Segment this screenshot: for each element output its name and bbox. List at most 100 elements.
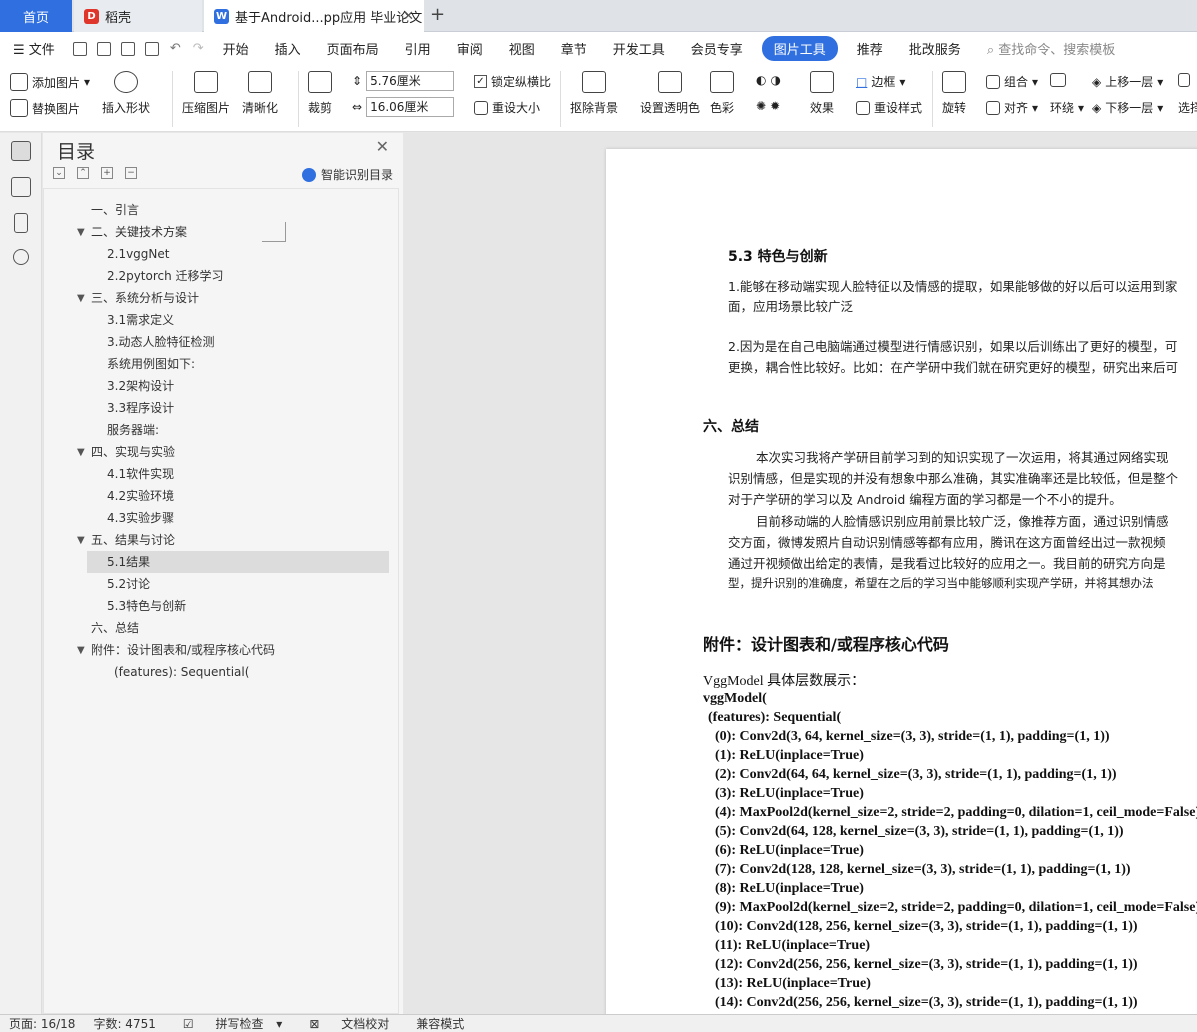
menu-insert[interactable]: 插入 bbox=[262, 39, 314, 58]
menu-grading[interactable]: 批改服务 bbox=[896, 39, 974, 58]
wrap-button[interactable]: 环绕 ▾ bbox=[1050, 99, 1084, 116]
toc-caret-icon[interactable]: ▼ bbox=[77, 447, 85, 458]
rotate-button[interactable]: 旋转 bbox=[942, 71, 966, 116]
tab-home[interactable]: 首页 bbox=[0, 0, 72, 32]
menu-recommend[interactable]: 推荐 bbox=[844, 39, 896, 58]
file-menu[interactable]: ☰ 文件 bbox=[0, 39, 68, 58]
command-search[interactable]: ⌕ 查找命令、搜索模板 bbox=[974, 39, 1128, 58]
preview-icon[interactable] bbox=[144, 41, 159, 56]
tab-document[interactable]: W 基于Android...pp应用 毕业论文 ✕ bbox=[204, 0, 424, 32]
bookmark-icon[interactable] bbox=[14, 213, 28, 233]
toc-item[interactable]: 2.2pytorch 迁移学习 bbox=[107, 265, 224, 287]
toc-item[interactable]: 二、关键技术方案 bbox=[91, 221, 187, 243]
compress-image-button[interactable]: 压缩图片 bbox=[182, 71, 230, 116]
replace-image-button[interactable]: 替换图片 bbox=[10, 99, 80, 117]
toc-caret-icon[interactable]: ▼ bbox=[77, 535, 85, 546]
spell-check-button[interactable]: ☑ 拼写检查 ▾ bbox=[165, 1015, 291, 1032]
menu-layout[interactable]: 页面布局 bbox=[314, 39, 392, 58]
toc-item[interactable]: 三、系统分析与设计 bbox=[91, 287, 199, 309]
border-button[interactable]: □ 边框 ▾ bbox=[856, 73, 905, 90]
toc-item[interactable]: 一、引言 bbox=[91, 199, 139, 221]
height-input[interactable]: 5.76厘米 bbox=[366, 71, 455, 91]
menu-reference[interactable]: 引用 bbox=[392, 39, 444, 58]
bring-forward-button[interactable]: ◈ 上移一层 ▾ bbox=[1092, 73, 1163, 90]
toc-item[interactable]: 4.3实验步骤 bbox=[107, 507, 174, 529]
print-icon[interactable] bbox=[120, 41, 135, 56]
page-indicator[interactable]: 页面: 16/18 bbox=[0, 1015, 84, 1032]
wrap-text-icon-area[interactable] bbox=[1050, 73, 1066, 87]
toc-caret-icon[interactable]: ▼ bbox=[77, 293, 85, 304]
lock-ratio-checkbox[interactable]: ✓ 锁定纵横比 bbox=[474, 73, 551, 90]
toc-item[interactable]: 附件：设计图表和/或程序核心代码 bbox=[91, 639, 275, 661]
toc-item[interactable]: (features): Sequential( bbox=[114, 661, 249, 683]
add-heading-icon[interactable]: + bbox=[101, 167, 113, 179]
send-backward-button[interactable]: ◈ 下移一层 ▾ bbox=[1092, 99, 1163, 116]
menu-picture-tools[interactable]: 图片工具 bbox=[761, 36, 838, 61]
toc-item[interactable]: 3.1需求定义 bbox=[107, 309, 174, 331]
doc-proof-button[interactable]: ⊠ 文档校对 bbox=[291, 1015, 407, 1032]
menu-member[interactable]: 会员专享 bbox=[678, 39, 756, 58]
reset-style-button[interactable]: 重设样式 bbox=[856, 99, 922, 116]
toc-item[interactable]: 3.2架构设计 bbox=[107, 375, 174, 397]
toc-item-selected[interactable]: 5.1结果 bbox=[87, 551, 389, 573]
menu-view[interactable]: 视图 bbox=[496, 39, 548, 58]
resize-button[interactable]: 重设大小 bbox=[474, 99, 540, 116]
width-input[interactable]: 16.06厘米 bbox=[366, 97, 455, 117]
toc-item[interactable]: 服务器端: bbox=[107, 419, 159, 441]
expand-all-icon[interactable]: ⌄ bbox=[53, 167, 65, 179]
effect-icon bbox=[810, 71, 834, 93]
chapter-nav-icon[interactable] bbox=[11, 177, 31, 197]
collapse-all-icon[interactable]: ⌃ bbox=[77, 167, 89, 179]
effect-button[interactable]: 效果 bbox=[810, 71, 834, 116]
menu-chapter[interactable]: 章节 bbox=[548, 39, 600, 58]
add-image-icon bbox=[10, 73, 28, 91]
export-icon[interactable] bbox=[96, 41, 111, 56]
menu-devtools[interactable]: 开发工具 bbox=[600, 39, 678, 58]
toc-item[interactable]: 系统用例图如下: bbox=[107, 353, 195, 375]
select-button[interactable]: 选择 bbox=[1178, 99, 1197, 116]
search-pane-icon[interactable] bbox=[13, 249, 29, 265]
set-transparent-button[interactable]: 设置透明色 bbox=[640, 71, 700, 116]
undo-icon[interactable]: ↶ bbox=[164, 41, 187, 56]
toc-item[interactable]: 五、结果与讨论 bbox=[91, 529, 175, 551]
toc-item[interactable]: 四、实现与实验 bbox=[91, 441, 175, 463]
toc-item[interactable]: 六、总结 bbox=[91, 617, 139, 639]
word-count[interactable]: 字数: 4751 bbox=[84, 1015, 164, 1032]
insert-shape-button[interactable]: 插入形状 bbox=[102, 71, 150, 116]
toc-item[interactable]: 5.2讨论 bbox=[107, 573, 150, 595]
menu-review[interactable]: 审阅 bbox=[444, 39, 496, 58]
toc-pane-icon[interactable] bbox=[11, 141, 31, 161]
combine-button[interactable]: 组合 ▾ bbox=[986, 73, 1038, 90]
smart-toc-button[interactable]: 智能识别目录 bbox=[301, 166, 393, 183]
select-pane-icon[interactable] bbox=[1178, 73, 1190, 87]
redo-icon[interactable]: ↷ bbox=[187, 41, 210, 56]
toc-close-icon[interactable]: ✕ bbox=[376, 137, 389, 156]
sharpen-button[interactable]: 清晰化 bbox=[242, 71, 278, 116]
toc-caret-icon[interactable]: ▼ bbox=[77, 227, 85, 238]
add-image-button[interactable]: 添加图片 ▾ bbox=[10, 73, 90, 91]
brightness-controls[interactable]: ◐ ◑ bbox=[756, 73, 781, 87]
color-button[interactable]: 色彩 bbox=[710, 71, 734, 116]
crop-button[interactable]: 裁剪 bbox=[308, 71, 332, 116]
close-tab-icon[interactable]: ✕ bbox=[403, 9, 414, 24]
code-line: (6): ReLU(inplace=True) bbox=[715, 843, 864, 858]
toc-item[interactable]: 5.3特色与创新 bbox=[107, 595, 186, 617]
toc-item[interactable]: 3.3程序设计 bbox=[107, 397, 174, 419]
toc-item[interactable]: 3.动态人脸特征检测 bbox=[107, 331, 214, 353]
align-button[interactable]: 对齐 ▾ bbox=[986, 99, 1038, 116]
replace-image-icon bbox=[10, 99, 28, 117]
toc-caret-icon[interactable]: ▼ bbox=[77, 645, 85, 656]
toc-item[interactable]: 4.2实验环境 bbox=[107, 485, 174, 507]
menu-start[interactable]: 开始 bbox=[210, 39, 262, 58]
tab-docer[interactable]: D 稻壳 bbox=[74, 0, 202, 32]
new-tab-button[interactable]: + bbox=[430, 4, 445, 25]
paragraph-line: 2.因为是在自己电脑端通过模型进行情感识别，如果以后训练出了更好的模型，可 bbox=[728, 339, 1178, 354]
toc-item[interactable]: 4.1软件实现 bbox=[107, 463, 174, 485]
remove-background-button[interactable]: 抠除背景 bbox=[570, 71, 618, 116]
toc-item[interactable]: 2.1vggNet bbox=[107, 243, 169, 265]
remove-heading-icon[interactable]: − bbox=[125, 167, 137, 179]
save-icon[interactable] bbox=[72, 41, 87, 56]
code-line: (2): Conv2d(64, 64, kernel_size=(3, 3), … bbox=[715, 767, 1117, 782]
contrast-controls[interactable]: ✺ ✹ bbox=[756, 99, 780, 113]
brightness-up-icon: ◐ bbox=[756, 73, 767, 87]
